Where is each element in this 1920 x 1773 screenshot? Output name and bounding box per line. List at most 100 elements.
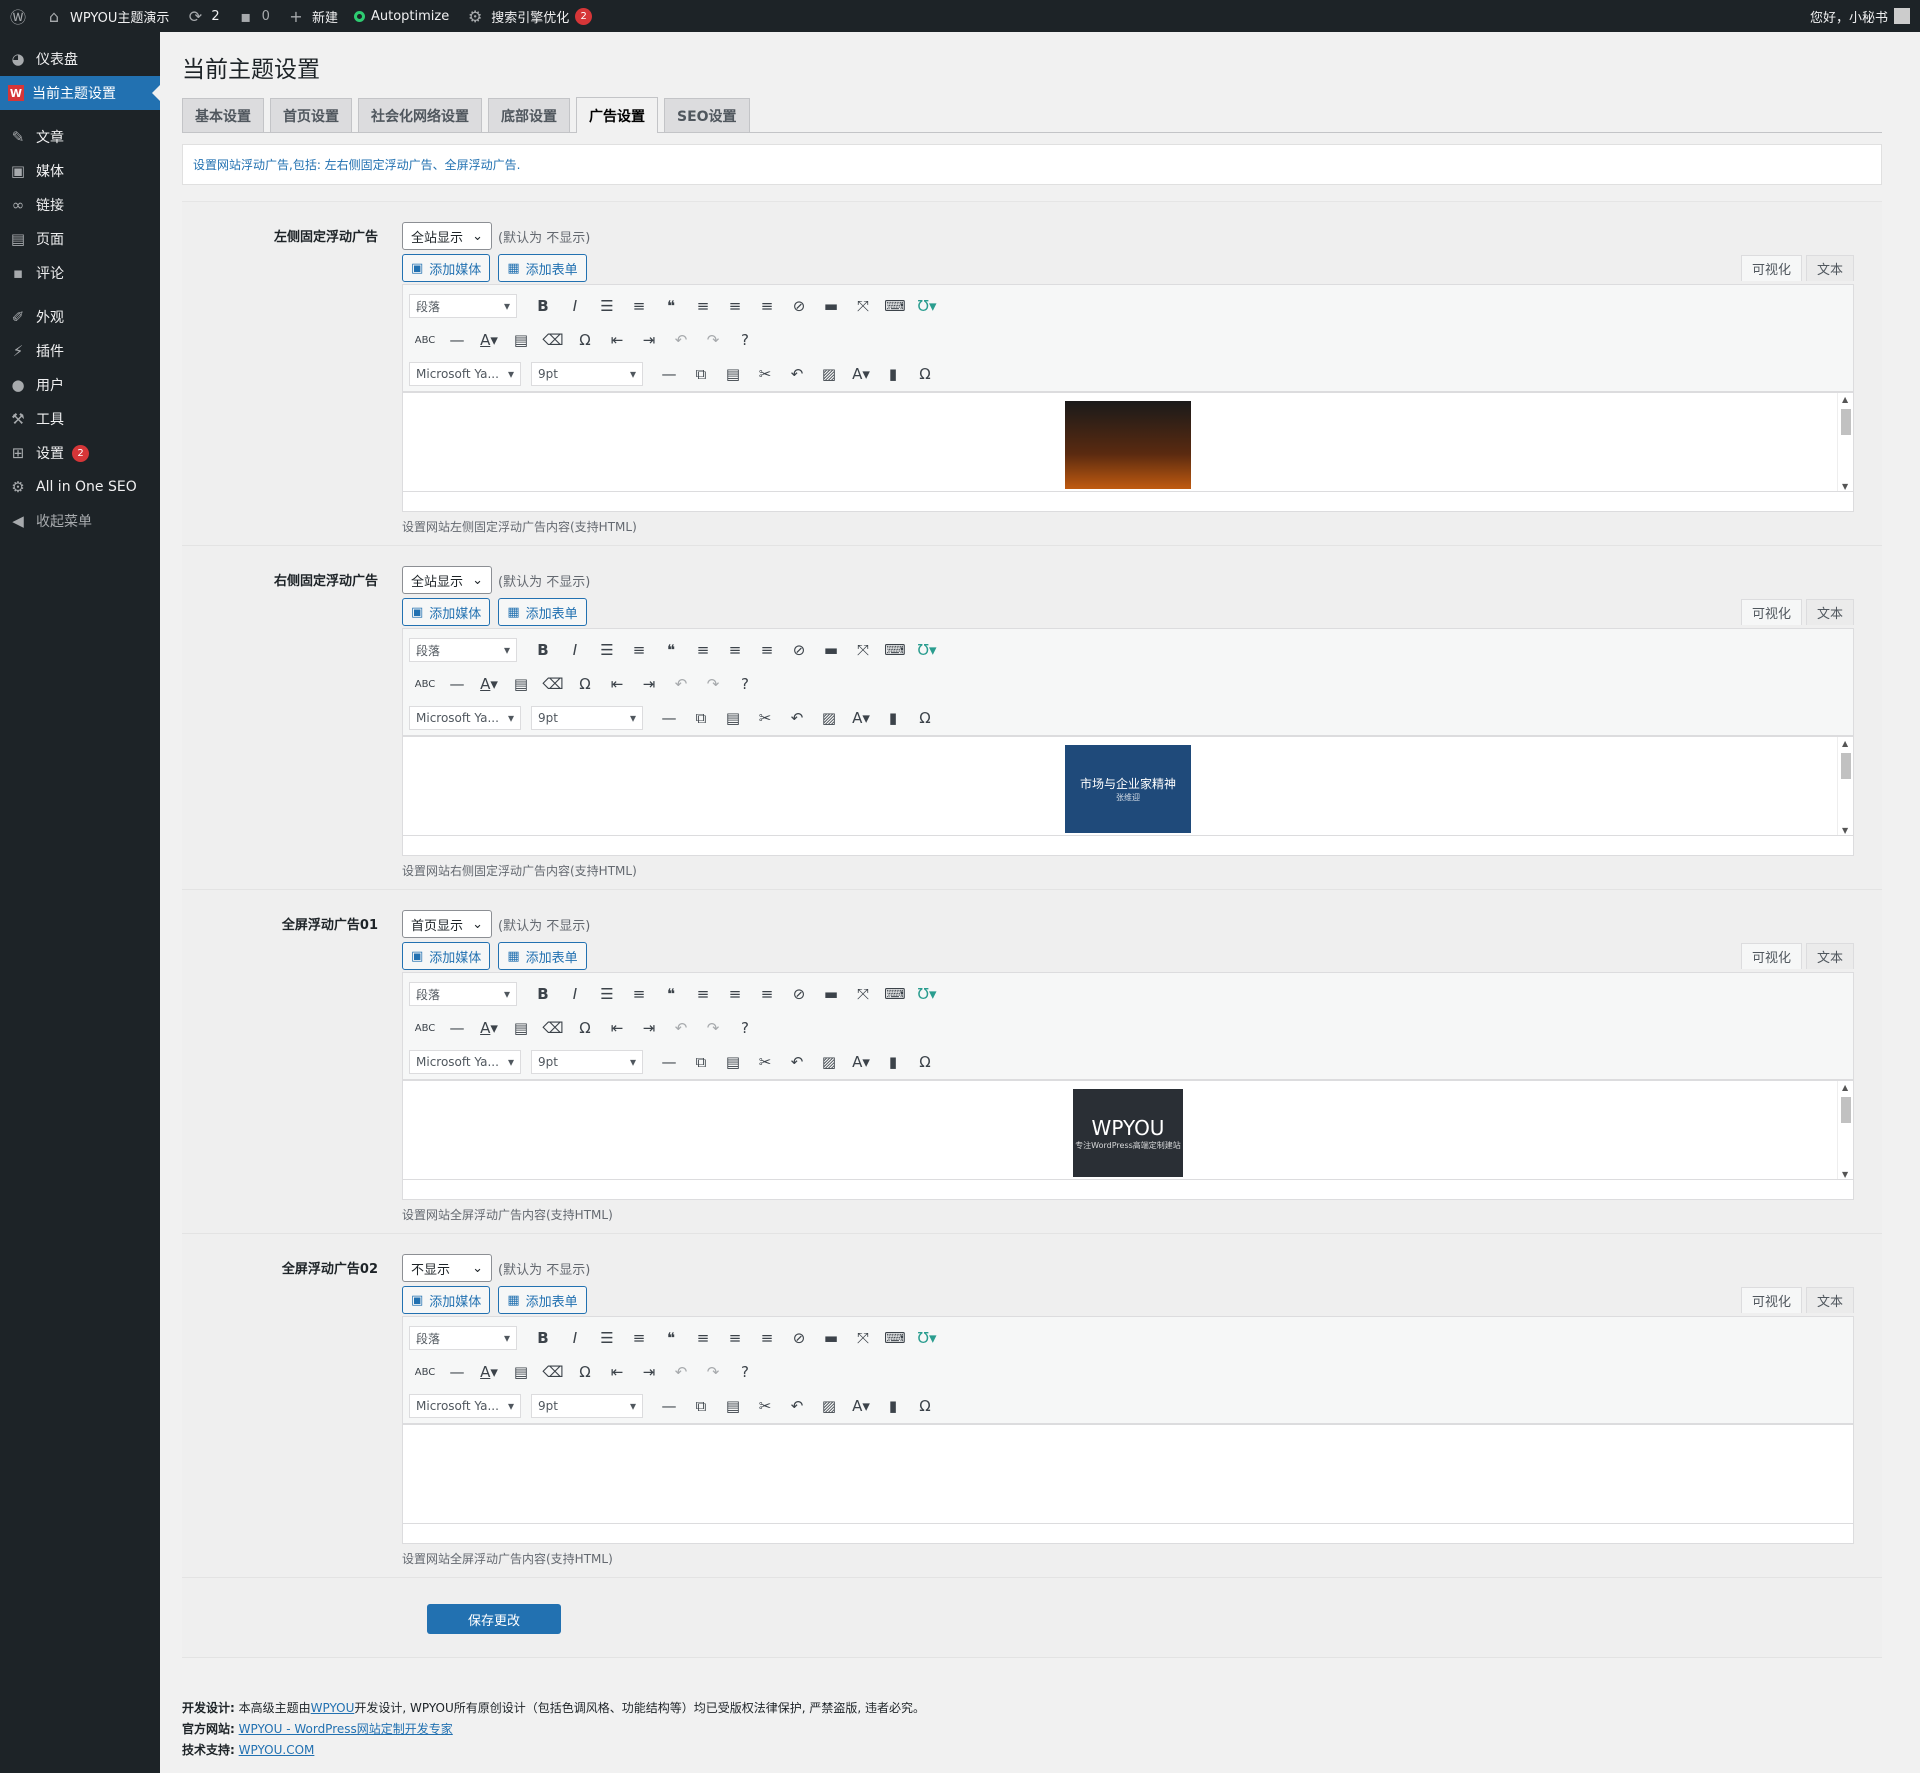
copy-icon[interactable]: ⧉ <box>685 1047 717 1077</box>
undo-icon[interactable]: ↶ <box>665 669 697 699</box>
hr-icon[interactable]: — <box>653 1391 685 1421</box>
plugin-icon[interactable]: Ʊ▾ <box>911 291 943 321</box>
copy-icon[interactable]: ⧉ <box>685 703 717 733</box>
footer-site-link[interactable]: WPYOU - WordPress网站定制开发专家 <box>239 1722 453 1736</box>
cut-icon[interactable]: ✂ <box>749 359 781 389</box>
editor-content[interactable]: ▲ ▼ <box>402 392 1854 492</box>
new-content-link[interactable]: + 新建 <box>278 0 346 32</box>
tab-social[interactable]: 社会化网络设置 <box>358 98 482 132</box>
undo-icon[interactable]: ↶ <box>781 1047 813 1077</box>
undo-icon[interactable]: ↶ <box>781 359 813 389</box>
bullet-list-icon[interactable]: ☰ <box>591 1323 623 1353</box>
clear-format-icon[interactable]: ⌫ <box>537 325 569 355</box>
align-right-icon[interactable]: ≡ <box>751 635 783 665</box>
indent-icon[interactable]: ⇥ <box>633 1013 665 1043</box>
redo-icon[interactable]: ↷ <box>697 1013 729 1043</box>
keyboard-icon[interactable]: ⌨ <box>879 291 911 321</box>
link-icon[interactable]: ⊘ <box>783 1323 815 1353</box>
numbered-list-icon[interactable]: ≡ <box>623 635 655 665</box>
paste-icon[interactable]: ▤ <box>717 1391 749 1421</box>
indent-icon[interactable]: ⇥ <box>633 1357 665 1387</box>
image-icon[interactable]: ▨ <box>813 703 845 733</box>
italic-icon[interactable]: I <box>559 1323 591 1353</box>
add-form-button[interactable]: ▦ 添加表单 <box>498 598 587 626</box>
add-media-button[interactable]: ▣ 添加媒体 <box>402 942 491 970</box>
bold-icon[interactable]: B <box>527 1323 559 1353</box>
strikethrough-icon[interactable]: ABC <box>409 669 441 699</box>
tab-home[interactable]: 首页设置 <box>270 98 352 132</box>
omega-icon[interactable]: Ω <box>909 359 941 389</box>
editor-scrollbar[interactable]: ▲ ▼ <box>1837 393 1853 491</box>
tab-text[interactable]: 文本 <box>1805 943 1854 969</box>
updates-link[interactable]: ⟳ 2 <box>177 0 227 32</box>
horizontal-line-icon[interactable]: — <box>441 325 473 355</box>
align-center-icon[interactable]: ≡ <box>719 635 751 665</box>
special-char-icon[interactable]: Ω <box>569 1357 601 1387</box>
comments-link[interactable]: ▪ 0 <box>228 0 278 32</box>
quote-icon[interactable]: ❝ <box>655 979 687 1009</box>
paragraph-select[interactable]: 段落 ▾ <box>409 294 517 318</box>
fullscreen-icon[interactable]: ⤧ <box>847 291 879 321</box>
font-family-select[interactable]: Microsoft Ya... ▾ <box>409 1050 521 1074</box>
numbered-list-icon[interactable]: ≡ <box>623 291 655 321</box>
strikethrough-icon[interactable]: ABC <box>409 1357 441 1387</box>
omega-icon[interactable]: Ω <box>909 703 941 733</box>
tab-text[interactable]: 文本 <box>1805 255 1854 281</box>
save-changes-button[interactable]: 保存更改 <box>427 1604 561 1634</box>
paste-text-icon[interactable]: ▤ <box>505 325 537 355</box>
display-select[interactable]: 全站显示 ⌄ <box>402 566 492 594</box>
menu-collapse[interactable]: ◀ 收起菜单 <box>0 504 160 538</box>
fullscreen-icon[interactable]: ⤧ <box>847 635 879 665</box>
indent-icon[interactable]: ⇥ <box>633 325 665 355</box>
align-left-icon[interactable]: ≡ <box>687 979 719 1009</box>
font-size-select[interactable]: 9pt ▾ <box>531 362 643 386</box>
document-icon[interactable]: ▮ <box>877 1391 909 1421</box>
read-more-icon[interactable]: ▬ <box>815 1323 847 1353</box>
add-media-button[interactable]: ▣ 添加媒体 <box>402 1286 491 1314</box>
read-more-icon[interactable]: ▬ <box>815 979 847 1009</box>
align-center-icon[interactable]: ≡ <box>719 979 751 1009</box>
outdent-icon[interactable]: ⇤ <box>601 325 633 355</box>
display-select[interactable]: 全站显示 ⌄ <box>402 222 492 250</box>
image-icon[interactable]: ▨ <box>813 1047 845 1077</box>
paste-icon[interactable]: ▤ <box>717 359 749 389</box>
menu-links[interactable]: ∞ 链接 <box>0 188 160 222</box>
menu-dashboard[interactable]: ◕ 仪表盘 <box>0 42 160 76</box>
align-left-icon[interactable]: ≡ <box>687 291 719 321</box>
editor-content[interactable]: WPYOU 专注WordPress高端定制建站 ▲ ▼ <box>402 1080 1854 1180</box>
menu-plugins[interactable]: ⚡ 插件 <box>0 334 160 368</box>
wp-logo-menu[interactable]: Ⓦ <box>0 0 36 32</box>
document-icon[interactable]: ▮ <box>877 359 909 389</box>
background-color-icon[interactable]: A▾ <box>845 359 877 389</box>
clear-format-icon[interactable]: ⌫ <box>537 1357 569 1387</box>
align-center-icon[interactable]: ≡ <box>719 1323 751 1353</box>
paste-text-icon[interactable]: ▤ <box>505 669 537 699</box>
hr-icon[interactable]: — <box>653 359 685 389</box>
clear-format-icon[interactable]: ⌫ <box>537 669 569 699</box>
site-name-link[interactable]: ⌂ WPYOU主题演示 <box>36 0 177 32</box>
paste-text-icon[interactable]: ▤ <box>505 1013 537 1043</box>
cut-icon[interactable]: ✂ <box>749 1047 781 1077</box>
strikethrough-icon[interactable]: ABC <box>409 325 441 355</box>
fullscreen-icon[interactable]: ⤧ <box>847 979 879 1009</box>
cut-icon[interactable]: ✂ <box>749 1391 781 1421</box>
menu-pages[interactable]: ▤ 页面 <box>0 222 160 256</box>
text-color-icon[interactable]: A ▾ <box>473 325 505 355</box>
font-size-select[interactable]: 9pt ▾ <box>531 706 643 730</box>
background-color-icon[interactable]: A▾ <box>845 703 877 733</box>
bold-icon[interactable]: B <box>527 291 559 321</box>
add-form-button[interactable]: ▦ 添加表单 <box>498 942 587 970</box>
read-more-icon[interactable]: ▬ <box>815 291 847 321</box>
add-media-button[interactable]: ▣ 添加媒体 <box>402 254 491 282</box>
paragraph-select[interactable]: 段落 ▾ <box>409 638 517 662</box>
paragraph-select[interactable]: 段落 ▾ <box>409 1326 517 1350</box>
tab-visual[interactable]: 可视化 <box>1740 599 1802 625</box>
help-icon[interactable]: ? <box>729 1013 761 1043</box>
align-left-icon[interactable]: ≡ <box>687 635 719 665</box>
tab-ads[interactable]: 广告设置 <box>576 97 658 133</box>
italic-icon[interactable]: I <box>559 979 591 1009</box>
keyboard-icon[interactable]: ⌨ <box>879 635 911 665</box>
redo-icon[interactable]: ↷ <box>697 325 729 355</box>
document-icon[interactable]: ▮ <box>877 703 909 733</box>
quote-icon[interactable]: ❝ <box>655 635 687 665</box>
